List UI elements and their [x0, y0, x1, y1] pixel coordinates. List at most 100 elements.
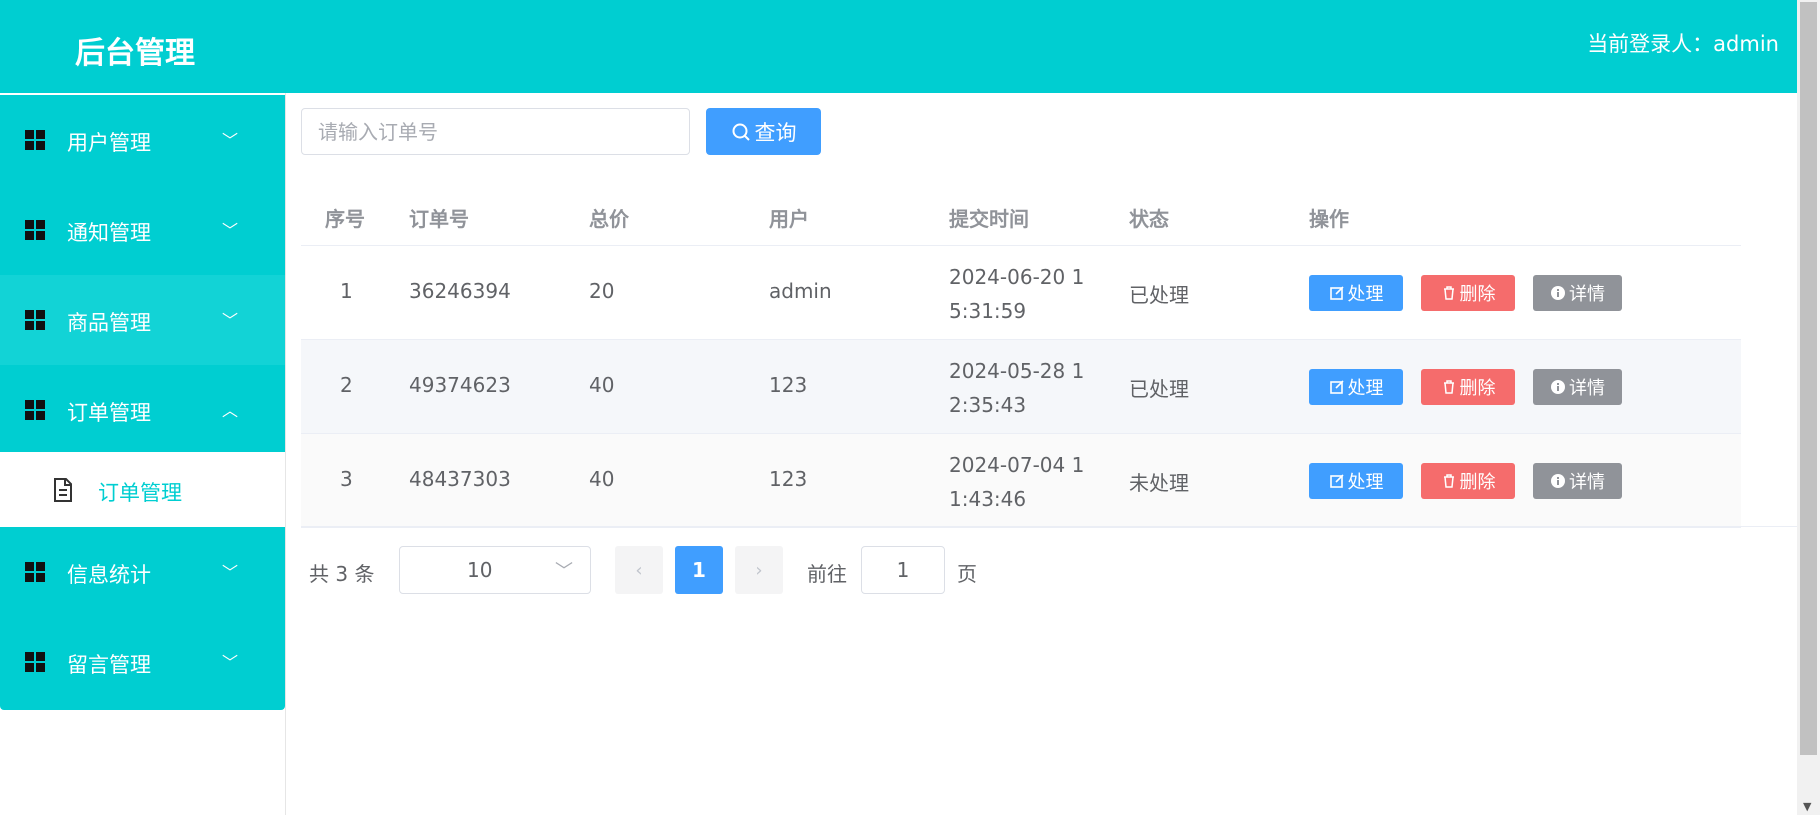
goto-page-input[interactable] [861, 546, 945, 594]
detail-button[interactable]: 详情 [1533, 275, 1622, 311]
cell-order-no: 36246394 [409, 279, 511, 303]
cell-total: 40 [589, 373, 615, 397]
sidebar-item-user-management[interactable]: 用户管理 ﹀ [0, 95, 285, 185]
table-bottom-border [301, 526, 1797, 527]
current-user-label: 当前登录人：admin [1587, 32, 1779, 56]
cell-status: 已处理 [1129, 377, 1189, 401]
delete-button-label: 删除 [1459, 284, 1496, 305]
cell-index: 1 [340, 279, 353, 303]
top-header: 后台管理 当前登录人：admin [0, 0, 1797, 93]
column-header-status: 状态 [1129, 207, 1169, 231]
detail-button[interactable]: 详情 [1533, 369, 1622, 405]
chevron-right-icon: › [755, 559, 763, 581]
grid-icon [25, 652, 45, 672]
process-button[interactable]: 处理 [1309, 463, 1403, 499]
column-header-submit-time: 提交时间 [949, 207, 1029, 231]
cell-user: 123 [769, 467, 808, 491]
info-icon [1551, 286, 1565, 300]
page-size-value: 10 [467, 558, 493, 582]
column-header-index: 序号 [325, 207, 365, 231]
sidebar-item-label: 商品管理 [67, 311, 151, 335]
column-header-user: 用户 [769, 207, 809, 231]
chevron-up-icon: ︿ [222, 401, 239, 420]
cell-total: 40 [589, 467, 615, 491]
cell-submit-time: 2024-06-20 15:31:59 [949, 265, 1085, 323]
edit-icon [1329, 474, 1344, 488]
sidebar: 用户管理 ﹀ 通知管理 ﹀ 商品管理 ﹀ 订单管理 ︿ 订单管理 信息统计 ﹀ … [0, 95, 285, 710]
delete-button[interactable]: 删除 [1421, 463, 1515, 499]
trash-icon [1443, 474, 1454, 488]
sidebar-item-product-management[interactable]: 商品管理 ﹀ [0, 275, 285, 365]
detail-button-label: 详情 [1569, 378, 1605, 399]
orders-table: 序号 订单号 总价 用户 提交时间 状态 操作 1 36246394 20 ad… [301, 186, 1741, 528]
cell-total: 20 [589, 279, 615, 303]
cell-user: admin [769, 279, 832, 303]
sidebar-item-message-management[interactable]: 留言管理 ﹀ [0, 617, 285, 707]
delete-button[interactable]: 删除 [1421, 275, 1515, 311]
order-number-search-input[interactable] [301, 108, 690, 155]
sidebar-item-label: 订单管理 [67, 401, 151, 425]
cell-submit-time: 2024-05-28 12:35:43 [949, 359, 1085, 417]
chevron-down-icon: ﹀ [222, 653, 239, 672]
grid-icon [25, 400, 45, 420]
sidebar-item-label: 用户管理 [67, 131, 151, 155]
sidebar-divider [285, 93, 286, 815]
process-button[interactable]: 处理 [1309, 275, 1403, 311]
delete-button-label: 删除 [1459, 378, 1496, 399]
detail-button-label: 详情 [1569, 472, 1605, 493]
grid-icon [25, 130, 45, 150]
process-button-label: 处理 [1347, 284, 1384, 305]
page-number-current[interactable]: 1 [675, 546, 723, 594]
cell-index: 2 [340, 373, 353, 397]
chevron-down-icon: ﹀ [222, 131, 239, 150]
column-header-actions: 操作 [1309, 207, 1349, 231]
cell-status: 已处理 [1129, 283, 1189, 307]
table-header: 序号 订单号 总价 用户 提交时间 状态 操作 [301, 186, 1741, 246]
vertical-scrollbar[interactable]: ▼ [1797, 0, 1820, 815]
grid-icon [25, 220, 45, 240]
cell-index: 3 [340, 467, 353, 491]
cell-user: 123 [769, 373, 808, 397]
sidebar-item-notice-management[interactable]: 通知管理 ﹀ [0, 185, 285, 275]
scroll-down-arrow-icon[interactable]: ▼ [1803, 800, 1811, 813]
sidebar-item-label: 通知管理 [67, 221, 151, 245]
cell-order-no: 49374623 [409, 373, 511, 397]
search-button-label: 查询 [754, 120, 797, 145]
goto-label: 前往 [807, 562, 847, 586]
page-size-select[interactable]: 10 ﹀ [399, 546, 591, 594]
column-header-total: 总价 [589, 207, 629, 231]
sidebar-item-label: 留言管理 [67, 653, 151, 677]
scrollbar-thumb[interactable] [1800, 2, 1817, 755]
sidebar-item-order-management[interactable]: 订单管理 ︿ [0, 365, 285, 455]
chevron-left-icon: ‹ [635, 559, 643, 581]
detail-button[interactable]: 详情 [1533, 463, 1622, 499]
cell-status: 未处理 [1129, 471, 1189, 495]
submenu-item-order-management[interactable]: 订单管理 [0, 452, 285, 527]
edit-icon [1329, 380, 1344, 394]
trash-icon [1443, 380, 1454, 394]
chevron-down-icon: ﹀ [222, 221, 239, 240]
cell-submit-time: 2024-07-04 11:43:46 [949, 453, 1085, 511]
search-button[interactable]: 查询 [706, 108, 821, 155]
table-row: 1 36246394 20 admin 2024-06-20 15:31:59 … [301, 246, 1741, 340]
process-button[interactable]: 处理 [1309, 369, 1403, 405]
delete-button[interactable]: 删除 [1421, 369, 1515, 405]
process-button-label: 处理 [1347, 472, 1384, 493]
edit-icon [1329, 286, 1344, 300]
process-button-label: 处理 [1347, 378, 1384, 399]
chevron-down-icon: ﹀ [555, 561, 573, 582]
app-title: 后台管理 [75, 36, 195, 71]
page-suffix-label: 页 [957, 562, 977, 586]
chevron-down-icon: ﹀ [222, 311, 239, 330]
info-icon [1551, 474, 1565, 488]
grid-icon [25, 310, 45, 330]
next-page-button[interactable]: › [735, 546, 783, 594]
total-count: 共 3 条 [309, 562, 375, 586]
cell-order-no: 48437303 [409, 467, 511, 491]
submenu-label: 订单管理 [98, 481, 182, 505]
document-icon [54, 478, 72, 502]
prev-page-button[interactable]: ‹ [615, 546, 663, 594]
search-icon [732, 123, 750, 141]
pagination: 共 3 条 10 ﹀ ‹ 1 › 前往 页 [0, 546, 1500, 594]
table-row: 3 48437303 40 123 2024-07-04 11:43:46 未处… [301, 434, 1741, 528]
